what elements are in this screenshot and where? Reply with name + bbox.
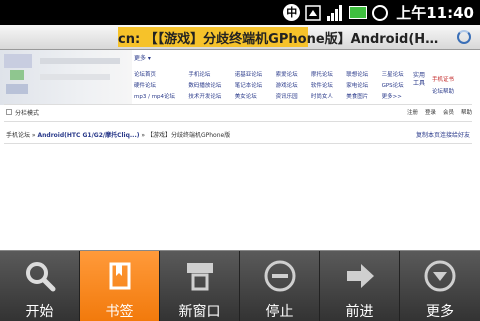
menu-stop-label: 停止 [265, 304, 294, 320]
more-icon [424, 260, 456, 292]
forum-nav-link[interactable]: 论坛首页 [134, 70, 183, 78]
battery-icon [349, 6, 368, 19]
forum-nav-link[interactable]: 索爱论坛 [276, 70, 306, 78]
menu-more[interactable]: 更多 [400, 251, 480, 321]
tools-column: 实用工具 [413, 72, 426, 87]
menu-more-label: 更多 [426, 304, 454, 320]
user-links: 注册 登录 会员 帮助 [407, 108, 472, 116]
members-link[interactable]: 会员 [443, 108, 454, 116]
menu-forward-label: 前进 [345, 304, 374, 320]
breadcrumb-separator: » [139, 132, 147, 139]
forum-nav-link[interactable]: 数码播放论坛 [188, 81, 229, 89]
forward-icon [347, 264, 374, 288]
more-dropdown-link[interactable]: 更多 ▾ [134, 53, 151, 62]
divider [4, 104, 472, 105]
menu-stop[interactable]: 停止 [240, 251, 320, 321]
stop-icon [264, 260, 296, 292]
forum-nav-link[interactable]: 摩托论坛 [311, 70, 341, 78]
menu-new-window[interactable]: 新窗口 [160, 251, 240, 321]
menu-start-label: 开始 [25, 304, 54, 320]
forum-nav-link[interactable]: 软件论坛 [311, 81, 341, 89]
web-page[interactable]: 更多 ▾ 论坛首页 手机论坛 诺基亚论坛 索爱论坛 摩托论坛 联想论坛 三星论坛硬件论坛 数码… [0, 50, 480, 250]
help-link[interactable]: 帮助 [461, 108, 472, 116]
menu-bookmarks[interactable]: 书签 [80, 251, 160, 321]
forum-nav-link[interactable]: 时尚女人 [311, 92, 341, 100]
forum-nav-link[interactable]: 笔记本论坛 [235, 81, 271, 89]
breadcrumb-forum[interactable]: Android(HTC G1/G2/摩托Cliq...) [38, 132, 140, 139]
forum-nav-link[interactable]: 手机论坛 [188, 70, 229, 78]
thread-content [4, 143, 472, 249]
signal-icon [326, 4, 344, 21]
options-menu: 开始 书签 新窗口 停止 前进 更多 [0, 250, 480, 321]
forum-nav-link[interactable]: GPS论坛 [382, 81, 412, 89]
page-title: cn: 【【游戏】分歧终端机GPhone版】Android(H… [118, 32, 439, 47]
login-link[interactable]: 登录 [425, 108, 436, 116]
mode-label[interactable]: 分栏模式 [15, 108, 39, 117]
breadcrumb: 手机论坛 » Android(HTC G1/G2/摩托Cliq...) » 【游… [6, 130, 230, 139]
side-link-help[interactable]: 论坛帮助 [432, 86, 454, 98]
side-links: 手机证书 论坛帮助 [432, 74, 454, 98]
wifi-icon [305, 4, 321, 21]
forum-nav-link[interactable]: 更多>> [382, 92, 412, 100]
forum-nav-link[interactable]: 技术开发论坛 [188, 92, 229, 100]
breadcrumb-home[interactable]: 手机论坛 » [6, 132, 36, 139]
forum-nav-link[interactable]: 诺基亚论坛 [235, 70, 271, 78]
forum-nav-link[interactable]: 资讯乐园 [276, 92, 306, 100]
forum-nav-link[interactable]: 联想论坛 [346, 70, 376, 78]
copy-link[interactable]: 复制本页连接给好友 [416, 130, 470, 139]
forum-nav-link[interactable]: 硬件论坛 [134, 81, 183, 89]
side-link-certificate[interactable]: 手机证书 [432, 74, 454, 86]
forum-nav-link[interactable]: 家电论坛 [346, 81, 376, 89]
alarm-icon [372, 4, 389, 21]
new-window-icon [187, 263, 213, 291]
spinner-icon [457, 30, 471, 44]
bookmark-icon [109, 262, 131, 290]
blurred-logo-area [0, 50, 132, 105]
menu-new-window-label: 新窗口 [178, 304, 221, 320]
search-icon [26, 262, 56, 292]
forum-nav-link[interactable]: 三星论坛 [382, 70, 412, 78]
breadcrumb-thread: 【游戏】分歧终端机GPhone版 [146, 132, 231, 139]
forum-nav-grid: 论坛首页 手机论坛 诺基亚论坛 索爱论坛 摩托论坛 联想论坛 三星论坛硬件论坛 数码播放论坛笔… [134, 70, 412, 100]
forum-nav-link[interactable]: 游戏论坛 [276, 81, 306, 89]
status-time: 上午11:40 [396, 4, 474, 22]
menu-bookmarks-label: 书签 [105, 304, 134, 320]
forum-nav-link[interactable]: mp3 / mp4论坛 [134, 92, 183, 100]
browser-title-bar[interactable]: cn: 【【游戏】分歧终端机GPhone版】Android(H… [0, 25, 480, 50]
forum-toolbar: 分栏模式 注册 登录 会员 帮助 [6, 107, 472, 119]
forum-nav-link[interactable]: 美女论坛 [235, 92, 271, 100]
china-mobile-icon: 中 [283, 4, 301, 21]
status-icons: 中 上午11:40 [283, 2, 474, 23]
menu-forward[interactable]: 前进 [320, 251, 400, 321]
status-bar: 中 上午11:40 [0, 0, 480, 25]
forum-nav-link[interactable]: 美食图片 [346, 92, 376, 100]
register-link[interactable]: 注册 [407, 108, 418, 116]
mode-checkbox[interactable] [6, 109, 12, 115]
menu-start[interactable]: 开始 [0, 251, 80, 321]
divider [4, 121, 472, 122]
